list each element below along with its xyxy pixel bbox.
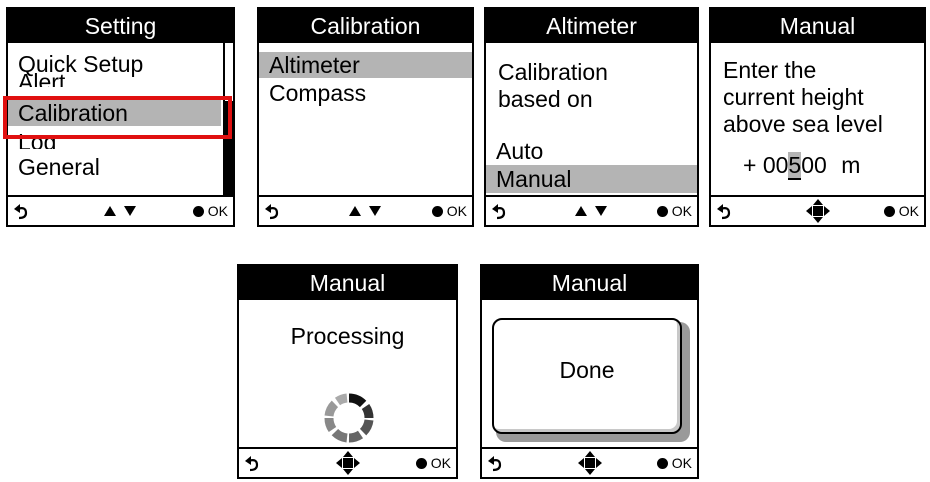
menu-item-general[interactable]: General (8, 154, 221, 180)
ok-softkey[interactable]: OK (415, 449, 451, 477)
filled-dot-icon (656, 205, 668, 217)
ok-softkey[interactable]: OK (883, 197, 919, 225)
ok-softkey[interactable]: OK (656, 449, 692, 477)
done-dialog[interactable]: Done (492, 318, 682, 434)
menu-item-alert[interactable]: Alert (8, 69, 221, 87)
ok-softkey[interactable]: OK (656, 197, 692, 225)
option-manual[interactable]: Manual (486, 165, 697, 193)
prompt-line-1: Enter the (723, 57, 817, 83)
spinner-icon (324, 393, 374, 443)
done-message: Done (559, 357, 615, 383)
up-down-arrows-icon[interactable] (103, 197, 138, 225)
back-arrow-icon[interactable] (244, 452, 260, 472)
ok-label: OK (207, 203, 228, 219)
calibration-screen: Calibration Altimeter Compass OK (257, 7, 474, 227)
prompt-line-2: current height (723, 84, 864, 110)
softkey-bar: OK (482, 447, 697, 477)
option-auto[interactable]: Auto (486, 138, 697, 164)
altimeter-screen: Altimeter Calibration based on Auto Manu… (484, 7, 699, 227)
done-screen: Manual Done OK (480, 264, 699, 479)
screen-title: Manual (482, 266, 697, 300)
option-list: Calibration based on Auto Manual (486, 43, 697, 195)
filled-dot-icon (883, 205, 895, 217)
ok-label: OK (671, 455, 692, 471)
entry-body: Enter the current height above sea level… (711, 43, 924, 195)
four-way-arrow-icon[interactable] (805, 197, 831, 225)
ok-softkey[interactable]: OK (192, 197, 228, 225)
softkey-bar: OK (711, 195, 924, 225)
callout-highlight-box (3, 96, 232, 139)
menu-item-compass[interactable]: Compass (259, 80, 472, 106)
filled-dot-icon (431, 205, 443, 217)
height-digits-leading: 00 (762, 152, 789, 178)
screen-title: Calibration (259, 9, 472, 43)
screen-title: Manual (711, 9, 924, 43)
height-active-digit[interactable]: 5 (788, 152, 802, 180)
menu-list: Altimeter Compass (259, 43, 472, 195)
ok-label: OK (446, 203, 467, 219)
back-arrow-icon[interactable] (13, 200, 29, 220)
prompt-line-2: based on (498, 86, 593, 112)
softkey-bar: OK (259, 195, 472, 225)
softkey-bar: OK (239, 447, 456, 477)
processing-body: Processing (239, 300, 456, 447)
back-arrow-icon[interactable] (487, 452, 503, 472)
prompt-line-1: Calibration (498, 59, 608, 85)
ok-label: OK (671, 203, 692, 219)
softkey-bar: OK (8, 195, 233, 225)
processing-screen: Manual Processing OK (237, 264, 458, 479)
filled-dot-icon (192, 205, 204, 217)
filled-dot-icon (415, 457, 427, 469)
height-value-field[interactable]: + 00500 m (743, 151, 861, 180)
four-way-arrow-icon[interactable] (577, 449, 603, 477)
up-down-arrows-icon[interactable] (574, 197, 609, 225)
manual-entry-screen: Manual Enter the current height above se… (709, 7, 926, 227)
processing-message: Processing (290, 323, 405, 349)
four-way-arrow-icon[interactable] (335, 449, 361, 477)
up-down-arrows-icon[interactable] (348, 197, 383, 225)
filled-dot-icon (656, 457, 668, 469)
screen-title: Manual (239, 266, 456, 300)
height-digits-trailing: 00 (801, 152, 827, 178)
height-unit: m (841, 152, 861, 178)
softkey-bar: OK (486, 195, 697, 225)
done-body: Done (482, 300, 697, 447)
menu-item-altimeter[interactable]: Altimeter (259, 52, 472, 78)
scrollbar-thumb[interactable] (223, 43, 233, 101)
ok-softkey[interactable]: OK (431, 197, 467, 225)
back-arrow-icon[interactable] (716, 200, 732, 220)
back-arrow-icon[interactable] (491, 200, 507, 220)
ok-label: OK (430, 455, 451, 471)
screen-title: Altimeter (486, 9, 697, 43)
prompt-line-3: above sea level (723, 111, 883, 137)
height-sign: + (743, 152, 757, 178)
screen-title: Setting (8, 9, 233, 43)
ok-label: OK (898, 203, 919, 219)
back-arrow-icon[interactable] (264, 200, 280, 220)
